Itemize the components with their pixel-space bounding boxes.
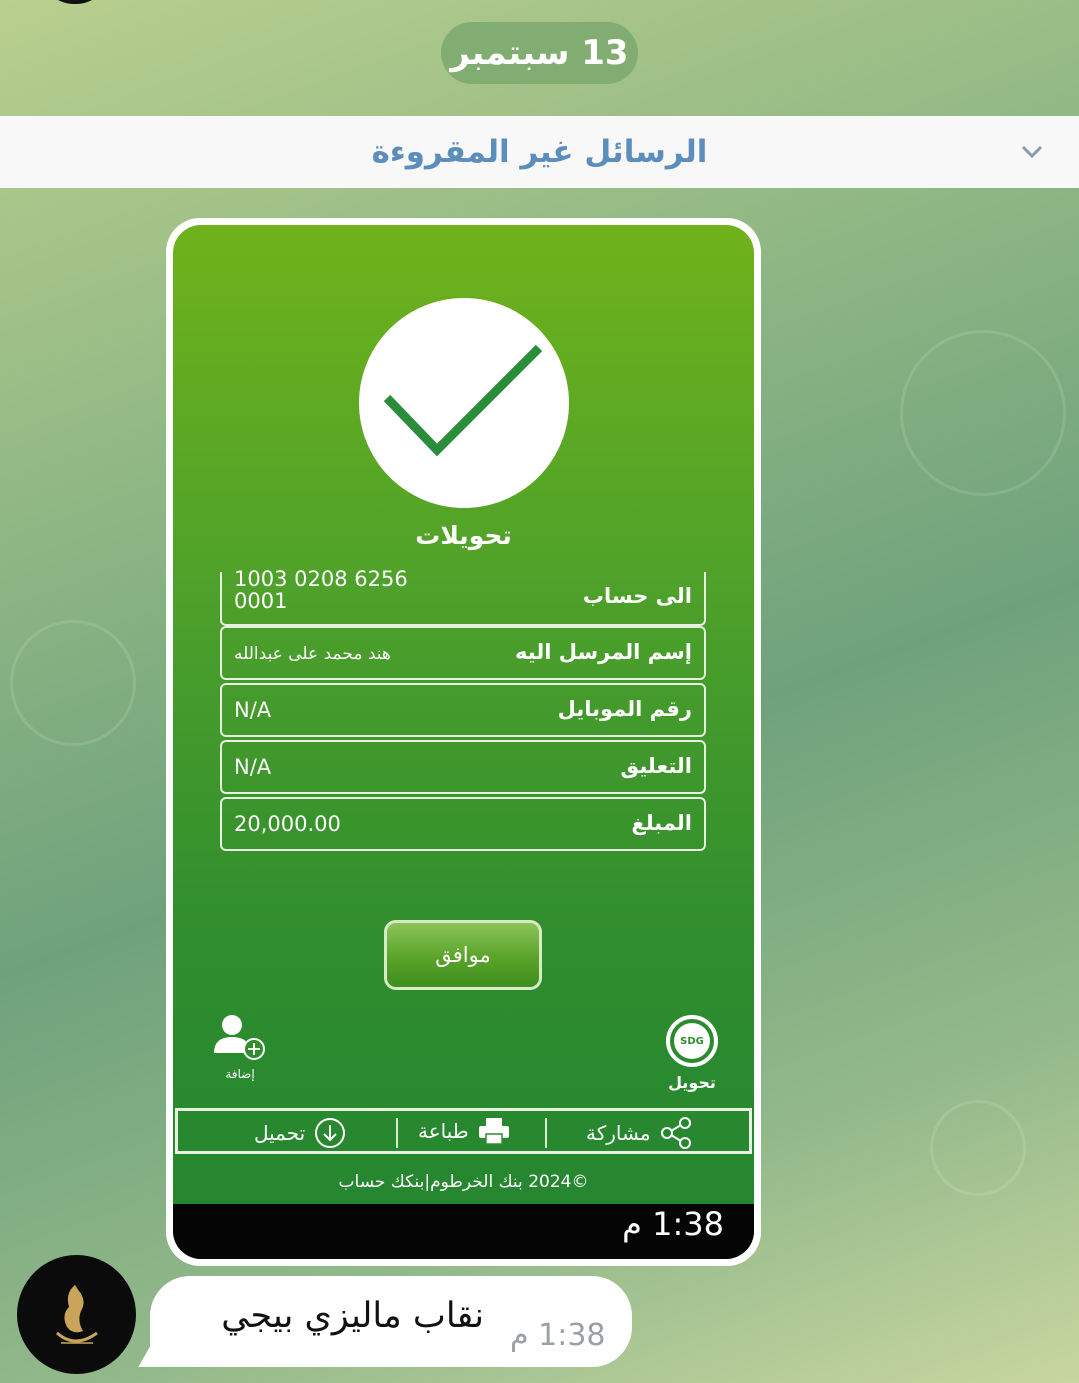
background-doodle	[930, 1100, 1026, 1196]
share-icon	[660, 1117, 691, 1149]
print-button[interactable]: طباعة	[418, 1116, 511, 1146]
receipt-row: إسم المرسل اليه هند محمد على عبدالله	[220, 626, 706, 680]
sdg-currency-icon: SDG	[666, 1015, 718, 1067]
add-beneficiary-button[interactable]: إضافة	[205, 1013, 275, 1081]
divider	[396, 1118, 398, 1148]
date-separator: 13 سبتمبر	[441, 22, 638, 84]
printer-icon	[478, 1118, 509, 1145]
receipt-row: رقم الموبايل N/A	[220, 683, 706, 737]
add-user-icon	[214, 1015, 265, 1060]
message-text: نقاب ماليزي بيجي	[221, 1296, 484, 1336]
image-message-time: 1:38 م	[622, 1205, 724, 1243]
transfer-button[interactable]: SDG تحويل	[657, 1015, 727, 1092]
receipt-footer: ©2024 بنك الخرطوم|بنكك حساب	[338, 1172, 589, 1192]
message-time: 1:38 م	[510, 1318, 606, 1353]
background-doodle	[900, 330, 1066, 496]
receipt-row: المبلغ 20,000.00	[220, 797, 706, 851]
unread-banner-text: الرسائل غير المقروءة	[371, 134, 708, 170]
background-doodle	[10, 620, 136, 746]
ok-button[interactable]: موافق	[384, 920, 542, 990]
success-check-icon	[359, 298, 569, 508]
divider	[545, 1118, 547, 1148]
chevron-down-icon[interactable]	[1021, 140, 1043, 162]
receipt-screenshot[interactable]: تحويلات الى حساب 1003 0208 6256 0001 إسم…	[173, 225, 754, 1259]
text-message-bubble[interactable]: نقاب ماليزي بيجي 1:38 م	[150, 1276, 632, 1367]
unread-messages-banner[interactable]: الرسائل غير المقروءة	[0, 116, 1079, 188]
share-button[interactable]: مشاركة	[586, 1116, 693, 1150]
download-button[interactable]: تحميل	[254, 1116, 347, 1150]
previous-avatar	[40, 0, 110, 4]
receipt-row: التعليق N/A	[220, 740, 706, 794]
receipt-title: تحويلات	[415, 521, 512, 550]
brand-logo-icon	[56, 1285, 98, 1344]
receipt-action-bar: تحميل طباعة مشاركة	[175, 1108, 752, 1154]
receipt-row: الى حساب 1003 0208 6256 0001	[220, 568, 706, 626]
download-icon	[315, 1118, 346, 1148]
image-message-bubble[interactable]: تحويلات الى حساب 1003 0208 6256 0001 إسم…	[166, 218, 761, 1266]
sender-avatar[interactable]	[17, 1255, 136, 1374]
